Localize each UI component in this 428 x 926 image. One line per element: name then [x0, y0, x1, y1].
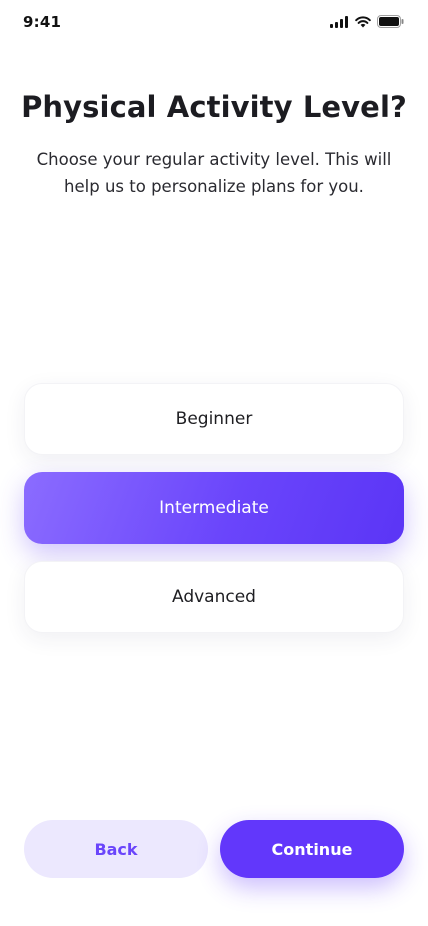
option-beginner[interactable]: Beginner: [24, 383, 404, 455]
back-button[interactable]: Back: [24, 820, 208, 878]
cellular-signal-icon: [330, 15, 349, 28]
page-subtitle: Choose your regular activity level. This…: [36, 150, 392, 196]
battery-icon: [377, 15, 404, 28]
wifi-icon: [355, 15, 371, 28]
status-time: 9:41: [23, 13, 62, 31]
option-advanced[interactable]: Advanced: [24, 561, 404, 633]
activity-level-options: Beginner Intermediate Advanced: [24, 383, 404, 650]
option-intermediate[interactable]: Intermediate: [24, 472, 404, 544]
status-bar: 9:41: [0, 0, 428, 44]
continue-button[interactable]: Continue: [220, 820, 404, 878]
status-icons: [330, 15, 404, 28]
page-title: Physical Activity Level?: [21, 90, 407, 124]
